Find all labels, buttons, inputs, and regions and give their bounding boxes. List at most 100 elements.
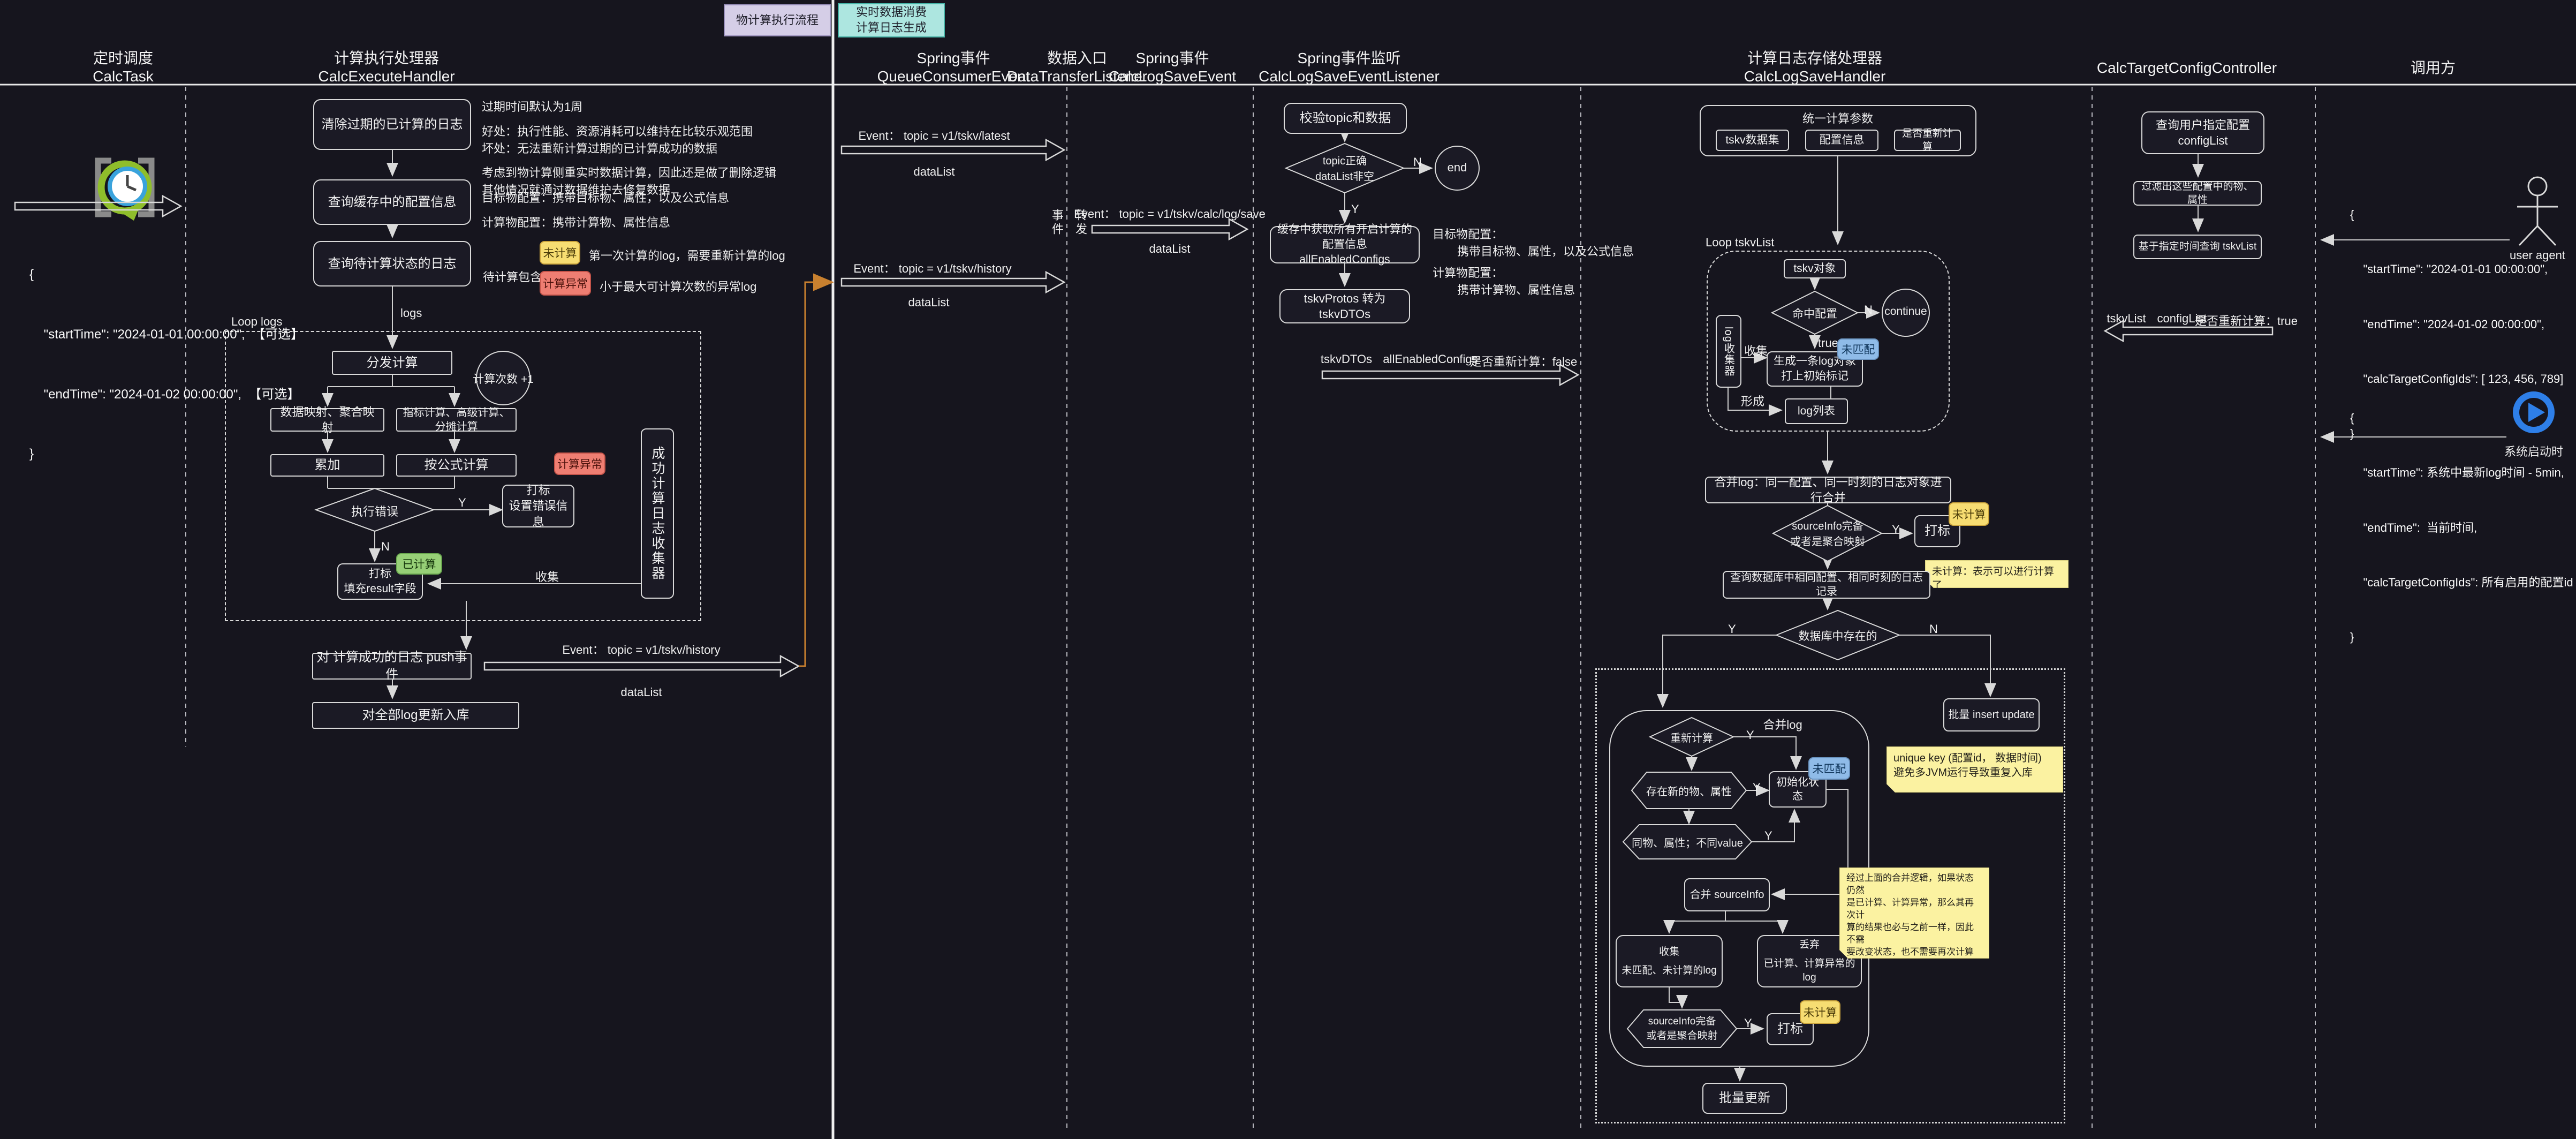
node-tskv-object: tskv对象 xyxy=(1784,259,1846,278)
node-label: 填充result字段 xyxy=(344,582,416,597)
note-config-line1: 目标物配置：携带目标物、属性，以及公式信息 xyxy=(482,188,729,206)
node-batch-update: 批量更新 xyxy=(1702,1083,1787,1114)
node-label: 对 计算成功的日志 push事件 xyxy=(316,649,467,683)
diamond-line: topic正确 xyxy=(1315,152,1374,168)
node-label: tskvProtos 转为 tskvDTOs xyxy=(1284,291,1406,322)
node-label: 查询缓存中的配置信息 xyxy=(328,194,457,211)
history-event-title: Event： topic = v1/tskv/history xyxy=(853,259,1011,276)
continue-circle-label: continue xyxy=(1884,305,1927,318)
diagram-canvas: 物计算执行流程 实时数据消费 计算日志生成 定时调度 CalcTask 计算执行… xyxy=(0,0,2576,1139)
json-line: "endTime": "2024-01-02 00:00:00", xyxy=(2350,315,2563,334)
badge-calculated: 已计算 xyxy=(396,553,442,575)
node-label: 丢弃 xyxy=(1799,938,1820,952)
badge-uncalculated-2: 未计算 xyxy=(1949,502,1989,526)
node-label: tskv数据集 xyxy=(1725,133,1779,148)
save-event-payload: dataList xyxy=(1149,242,1190,256)
node-label: 合并log：同一配置、同一时刻的日志对象进行合并 xyxy=(1709,474,1947,506)
form-label: 形成 xyxy=(1741,392,1764,409)
label-n: N xyxy=(1413,155,1422,169)
note-unique-key: unique key (配置id， 数据时间) 避免多JVM运行导致重复入库 xyxy=(1886,746,2063,793)
node-clean-expired-logs: 清除过期的已计算的日志 xyxy=(313,99,471,150)
node-log-list: log列表 xyxy=(1785,398,1848,424)
caller-system-json: { "startTime": 系统中最新log时间 - 5min, "endTi… xyxy=(2350,373,2573,683)
loop-tskvlist-label: Loop tskvList xyxy=(1706,236,1774,250)
return-label-3: 是否重新计算：true xyxy=(2195,312,2298,329)
node-label: log列表 xyxy=(1798,404,1835,419)
label-n: N xyxy=(1929,622,1938,636)
json-line: "startTime": "2024-01-01 00:00:00", xyxy=(2350,260,2563,278)
label-true: true xyxy=(1818,336,1838,350)
calctask-request-json: { "startTime": "2024-01-01 00:00:00", 【可… xyxy=(29,225,304,504)
node-label: 查询待计算状态的日志 xyxy=(328,255,457,273)
node-formula-calc: 按公式计算 xyxy=(396,454,517,477)
node-label: configList xyxy=(2178,133,2228,148)
exec-history-event-payload: dataList xyxy=(620,685,662,699)
node-filter-things: 过滤出这些配置中的物、属性 xyxy=(2133,181,2262,206)
flow-connectors xyxy=(328,134,2510,1080)
node-label: 打标 xyxy=(526,482,550,498)
listener-note-2: 携带目标物、属性，以及公式信息 xyxy=(1457,242,1634,259)
node-label: 打标 xyxy=(369,567,391,582)
save-event-title: Event： topic = v1/tskv/calc/log/save xyxy=(1074,205,1266,222)
node-label: 已计算、计算异常的log xyxy=(1761,957,1858,984)
exec-history-event-title: Event： topic = v1/tskv/history xyxy=(562,640,720,658)
user-agent-label: user agent xyxy=(2510,248,2565,262)
json-line: } xyxy=(2350,628,2573,646)
node-param-config-info: 配置信息 xyxy=(1805,130,1878,151)
note-expire-line4: 考虑到物计算侧重实时数据计算，因此还是做了删除逻辑 xyxy=(482,163,776,180)
node-query-by-time: 基于指定时间查询 tskvList xyxy=(2133,235,2262,259)
json-line: "endTime": 当前时间, xyxy=(2350,519,2573,537)
label-y: Y xyxy=(1351,202,1359,216)
node-param-tskv-dataset: tskv数据集 xyxy=(1716,130,1789,151)
db-exist-diamond-label: 数据库中存在的 xyxy=(1799,628,1877,644)
node-query-user-config: 查询用户指定配置 configList xyxy=(2141,111,2264,154)
banner-realtime-line1: 实时数据消费 xyxy=(856,5,927,20)
note-text: 要改变状态，也不需要再次计算 xyxy=(1846,946,1982,959)
banner-realtime-line2: 计算日志生成 xyxy=(856,20,927,36)
scheduler-clock-icon xyxy=(98,161,151,221)
json-line: "startTime": 系统中最新log时间 - 5min, xyxy=(2350,464,2573,482)
note-merge-logic: 经过上面的合并逻辑，如果状态仍然 是已计算、计算异常，那么其再次计 算的结果也必… xyxy=(1839,868,1989,959)
pending-contains-label: 待计算包含: xyxy=(483,268,545,285)
node-label: allEnabledConfigs xyxy=(1299,252,1390,267)
node-label: 对全部log更新入库 xyxy=(362,707,469,724)
diamond-line: sourceInfo完备 xyxy=(1646,1013,1717,1028)
badge-calc-error-2: 计算异常 xyxy=(554,452,605,475)
json-line: { xyxy=(29,265,304,284)
latest-event-title: Event： topic = v1/tskv/latest xyxy=(858,126,1010,144)
system-start-label: 系统启动时 xyxy=(2504,442,2563,459)
note-text: 是已计算、计算异常，那么其再次计 xyxy=(1846,897,1982,922)
sourceinfo-diamond-label: sourceInfo完备 或者是聚合映射 xyxy=(1790,517,1865,548)
exec-error-diamond-label: 执行错误 xyxy=(351,502,398,519)
count-circle-label: 计算次数 +1 xyxy=(473,371,534,387)
label-y: Y xyxy=(1746,728,1754,742)
note-expire-line1: 过期时间默认为1周 xyxy=(482,97,582,115)
badge-unmatched: 未匹配 xyxy=(1837,338,1879,360)
note-text: 未计算：表示可以进行计算了 xyxy=(1932,566,2054,591)
node-label: 缓存中获取所有开启计算的配置信息 xyxy=(1274,222,1415,252)
label-y: Y xyxy=(1892,523,1900,537)
node-query-db-logs: 查询数据库中相同配置、相同时刻的日志记录 xyxy=(1723,571,1930,599)
note-text: 经过上面的合并逻辑，如果状态仍然 xyxy=(1846,872,1982,897)
json-line: { xyxy=(2350,409,2573,427)
badge-calc-error: 计算异常 xyxy=(540,271,591,296)
forward-label-1: 事件 xyxy=(1048,209,1065,237)
note-expire-line3: 坏处：无法重新计算过期的已计算成功的数据 xyxy=(482,139,717,156)
node-batch-insert-update: 批量 insert update xyxy=(1943,698,2040,731)
new-thing-hex-label: 存在新的物、属性 xyxy=(1646,783,1732,798)
node-query-pending-logs: 查询待计算状态的日志 xyxy=(313,241,471,286)
node-label: 合并 sourceInfo xyxy=(1690,888,1764,902)
history-relay-connector xyxy=(799,282,831,666)
node-label: 批量 insert update xyxy=(1948,708,2034,722)
recalc-diamond-label: 重新计算 xyxy=(1670,729,1713,745)
banner-realtime: 实时数据消费 计算日志生成 xyxy=(838,3,945,37)
unified-params-title: 统一计算参数 xyxy=(1802,109,1873,126)
node-log-collector: log收集器 xyxy=(1716,315,1741,388)
node-label: 成功计算日志收集器 xyxy=(648,446,667,581)
merge-log-container-label: 合并log xyxy=(1763,715,1802,733)
note-expire-line2: 好处：执行性能、资源消耗可以维持在比较乐观范围 xyxy=(482,122,753,139)
end-circle-label: end xyxy=(1448,161,1467,175)
node-param-recalc: 是否重新计算 xyxy=(1894,130,1961,151)
json-line: "endTime": "2024-01-02 00:00:00", 【可选】 xyxy=(29,384,304,404)
label-y: Y xyxy=(458,496,466,510)
